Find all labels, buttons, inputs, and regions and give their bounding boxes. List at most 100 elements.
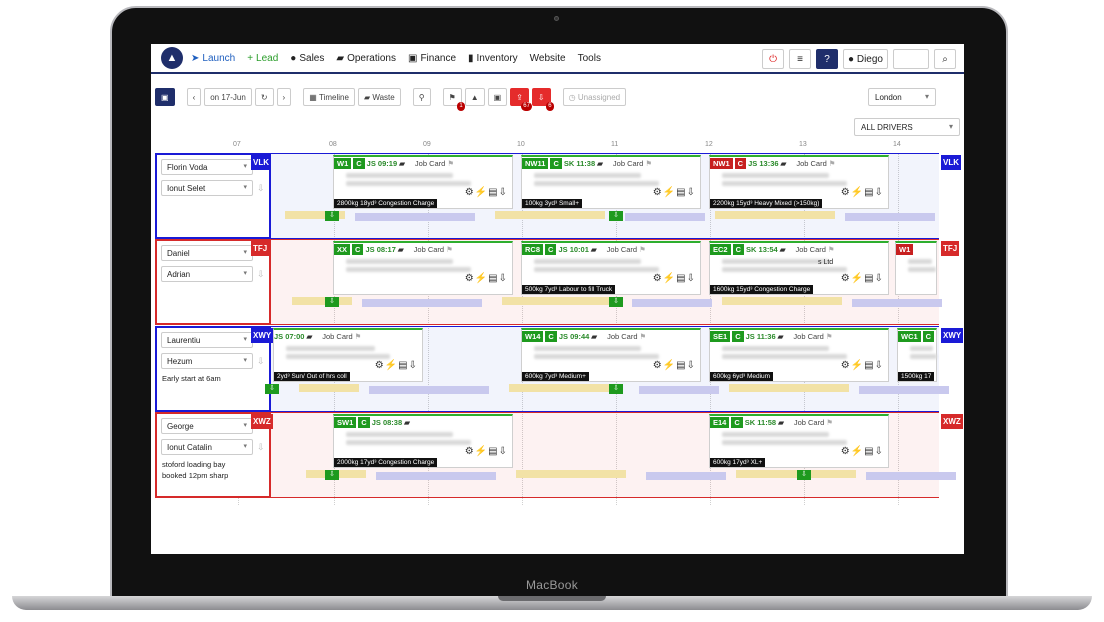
job-card[interactable]: NW11 C SK 11:38 ▰ Job Card ⚑ ⚙⚡▤⇩ 100kg 3yd³ … xyxy=(521,155,701,209)
job-action-icons[interactable]: ⚙⚡▤⇩ xyxy=(653,187,696,198)
app-logo[interactable]: ▲ xyxy=(161,47,183,69)
nav-finance[interactable]: ▣ Finance xyxy=(408,53,456,64)
job-action-icons[interactable]: ⚙⚡▤⇩ xyxy=(465,446,508,457)
download-marker[interactable]: ⇩ xyxy=(609,211,623,221)
download-badge: 6 xyxy=(546,102,554,111)
flag-icon[interactable]: ⚑ xyxy=(355,332,362,341)
chevron-down-icon: ▾ xyxy=(948,122,953,131)
download-marker[interactable]: ⇩ xyxy=(325,470,339,480)
download-marker[interactable]: ⇩ xyxy=(609,297,623,307)
job-card-link[interactable]: Job Card xyxy=(607,245,637,254)
location-select[interactable]: London ▾ xyxy=(868,88,936,106)
job-card-link[interactable]: Job Card xyxy=(322,332,352,341)
download-marker[interactable]: ⇩ xyxy=(265,384,279,394)
flag-icon[interactable]: ⚑ xyxy=(640,332,647,341)
flag-icon[interactable]: ⚑ xyxy=(828,245,835,254)
job-action-icons[interactable]: ⚙⚡▤⇩ xyxy=(465,273,508,284)
upload-button[interactable]: ⇪ 67 xyxy=(510,88,532,111)
download-marker[interactable]: ⇩ xyxy=(609,384,623,394)
mate-select[interactable]: Ionut Selet ▾ xyxy=(161,180,253,196)
job-card-link[interactable]: Job Card xyxy=(794,418,824,427)
nav-inventory[interactable]: ▮ Inventory xyxy=(468,53,518,64)
download-icon[interactable]: ⇩ xyxy=(257,442,265,453)
job-action-icons[interactable]: ⚙⚡▤⇩ xyxy=(841,187,884,198)
truck-icon: ▰ xyxy=(597,159,603,168)
power-button[interactable]: ⏻ xyxy=(762,49,785,69)
job-action-icons[interactable]: ⚙⚡▤⇩ xyxy=(841,360,884,371)
waste-tab[interactable]: ▰ Waste xyxy=(357,88,401,106)
flag-icon[interactable]: ⚑ xyxy=(446,245,453,254)
drivers-select[interactable]: ALL DRIVERS ▾ xyxy=(854,118,960,136)
download-marker[interactable]: ⇩ xyxy=(325,297,339,307)
job-action-icons[interactable]: ⚙⚡▤⇩ xyxy=(653,360,696,371)
job-action-icons[interactable]: ⚙⚡▤⇩ xyxy=(841,273,884,284)
driver-select[interactable]: Laurentiu ▾ xyxy=(161,332,253,348)
mate-name: Hezum xyxy=(167,356,193,366)
warning-button[interactable]: ▲ xyxy=(464,88,485,106)
refresh-button[interactable]: ↻ xyxy=(254,88,274,106)
job-card-link[interactable]: Job Card xyxy=(793,332,823,341)
job-card[interactable]: NW1 C JS 13:36 ▰ Job Card ⚑ ⚙⚡▤⇩ 2200kg 15yd³… xyxy=(709,155,889,209)
flag-button[interactable]: ⚑ 1 xyxy=(442,88,465,111)
nav-operations[interactable]: ▰ Operations xyxy=(336,53,396,64)
search-input[interactable] xyxy=(893,49,929,69)
job-card[interactable]: W1 xyxy=(895,241,937,295)
flag-icon[interactable]: ⚑ xyxy=(645,159,652,168)
mate-select[interactable]: Adrian ▾ xyxy=(161,266,253,282)
job-card-link[interactable]: Job Card xyxy=(607,332,637,341)
flag-icon[interactable]: ⚑ xyxy=(826,418,833,427)
job-card-link[interactable]: Job Card xyxy=(795,245,825,254)
download-marker[interactable]: ⇩ xyxy=(325,211,339,221)
timeline-tab[interactable]: ▦ Timeline xyxy=(303,88,355,106)
driver-select[interactable]: Florin Voda ▾ xyxy=(161,159,253,175)
flag-icon[interactable]: ⚑ xyxy=(639,245,646,254)
driver-select[interactable]: George ▾ xyxy=(161,418,253,434)
download-icon[interactable]: ⇩ xyxy=(257,269,265,280)
job-card[interactable]: WC1 C 1500kg 17 xyxy=(897,328,937,382)
menu-button[interactable]: ≡ xyxy=(789,49,812,69)
job-action-icons[interactable]: ⚙⚡▤⇩ xyxy=(653,273,696,284)
job-card-link[interactable]: Job Card xyxy=(415,159,445,168)
job-action-icons[interactable]: ⚙⚡▤⇩ xyxy=(375,360,418,371)
mate-select[interactable]: Ionut Catalin ▾ xyxy=(161,439,253,455)
flag-icon[interactable]: ⚑ xyxy=(447,159,454,168)
money-button[interactable]: ▣ xyxy=(487,88,508,106)
prev-day-button[interactable]: ‹ xyxy=(186,88,202,106)
download-marker[interactable]: ⇩ xyxy=(797,470,811,480)
job-card[interactable]: XX C JS 08:17 ▰ Job Card ⚑ ⚙⚡▤⇩ xyxy=(333,241,513,295)
customer-name-redacted xyxy=(722,346,829,351)
job-card-link[interactable]: Job Card xyxy=(613,159,643,168)
unassigned-button[interactable]: ◷ Unassigned xyxy=(562,88,627,106)
job-card[interactable]: EC2 C SK 13:54 ▰ Job Card ⚑ s Ltd ⚙⚡▤⇩ 1600kg … xyxy=(709,241,889,295)
job-card[interactable]: SW1 C JS 08:38 ▰ ⚙⚡▤⇩ 2000kg 17yd³ Congestio… xyxy=(333,414,513,468)
flag-icon[interactable]: ⚑ xyxy=(826,332,833,341)
search-button[interactable]: ⌕ xyxy=(934,49,956,69)
job-card[interactable]: RC8 C JS 10:01 ▰ Job Card ⚑ ⚙⚡▤⇩ 500kg 7yd³ L… xyxy=(521,241,701,295)
nav-launch[interactable]: ➤ Launch xyxy=(191,53,235,64)
user-button[interactable]: ● Diego xyxy=(843,49,888,69)
nav-website[interactable]: Website xyxy=(530,53,566,64)
calendar-button[interactable]: ▣ xyxy=(155,88,175,106)
download-icon[interactable]: ⇩ xyxy=(257,356,265,367)
next-day-button[interactable]: › xyxy=(276,88,292,106)
job-card[interactable]: W1 C JS 09:19 ▰ Job Card ⚑ ⚙⚡▤⇩ 2800kg 18yd³ … xyxy=(333,155,513,209)
nav-sales[interactable]: ● Sales xyxy=(290,53,324,64)
driver-select[interactable]: Daniel ▾ xyxy=(161,245,253,261)
download-button[interactable]: ⇩ 6 xyxy=(531,88,554,111)
nav-lead[interactable]: + Lead xyxy=(247,53,278,64)
job-action-icons[interactable]: ⚙⚡▤⇩ xyxy=(465,187,508,198)
help-button[interactable]: ? xyxy=(816,49,839,69)
job-action-icons[interactable]: ⚙⚡▤⇩ xyxy=(841,446,884,457)
job-card[interactable]: E14 C SK 11:58 ▰ Job Card ⚑ ⚙⚡▤⇩ 600kg 17yd³ … xyxy=(709,414,889,468)
job-card-link[interactable]: Job Card xyxy=(796,159,826,168)
map-pin-button[interactable]: ⚲ xyxy=(412,88,431,106)
job-card[interactable]: SE1 C JS 11:36 ▰ Job Card ⚑ ⚙⚡▤⇩ 600kg 6yd³ M… xyxy=(709,328,889,382)
job-card[interactable]: JS 07:00 ▰ Job Card ⚑ ⚙⚡▤⇩ 2yd³ Sun/ Out of… xyxy=(273,328,423,382)
date-button[interactable]: on 17-Jun xyxy=(204,88,252,106)
mate-select[interactable]: Hezum ▾ xyxy=(161,353,253,369)
flag-icon[interactable]: ⚑ xyxy=(829,159,836,168)
job-card[interactable]: W14 C JS 09:44 ▰ Job Card ⚑ ⚙⚡▤⇩ 600kg 7yd³ M… xyxy=(521,328,701,382)
download-icon[interactable]: ⇩ xyxy=(257,183,265,194)
job-card-link[interactable]: Job Card xyxy=(414,245,444,254)
nav-tools[interactable]: Tools xyxy=(578,53,601,64)
